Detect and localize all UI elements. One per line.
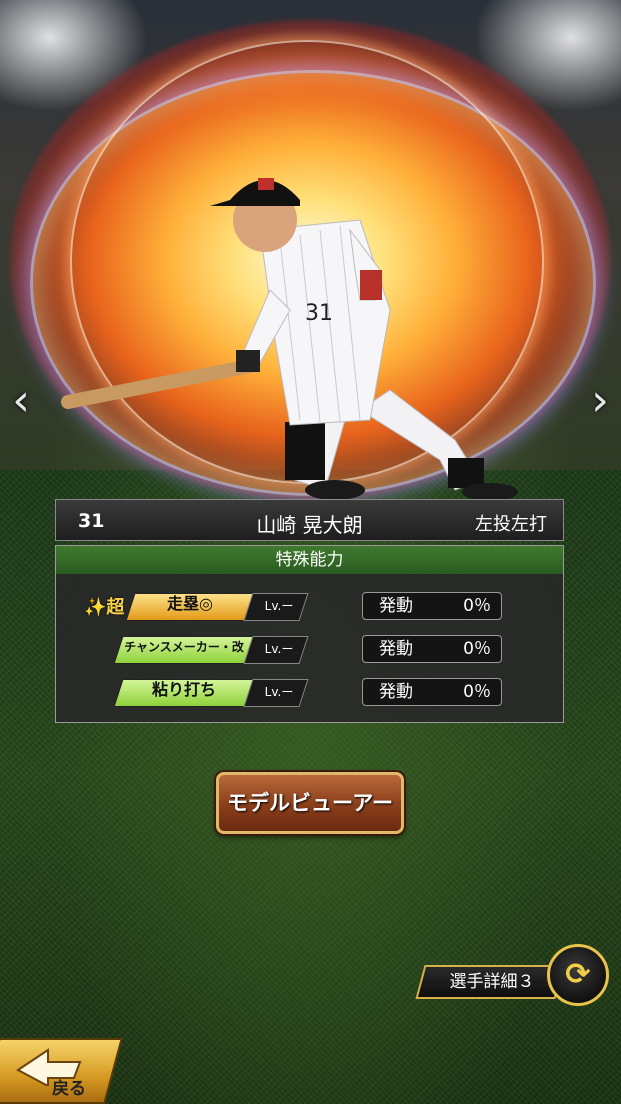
ability-row: 粘り打ち Lv.ー 発動 0％ bbox=[56, 677, 565, 707]
ability-row: チャンスメーカー・改 Lv.ー 発動 0％ bbox=[56, 634, 565, 664]
player-image: 31 bbox=[61, 178, 518, 500]
activation-label: 発動 bbox=[379, 639, 413, 659]
activation-label: 発動 bbox=[379, 682, 413, 702]
activation-value: 0％ bbox=[463, 682, 491, 702]
abilities-header: 特殊能力 bbox=[56, 546, 563, 574]
activation-value: 0％ bbox=[463, 639, 491, 659]
activation-rate-box: 発動 0％ bbox=[362, 635, 502, 663]
activation-label: 発動 bbox=[379, 596, 413, 616]
ability-name: 粘り打ち bbox=[151, 680, 216, 699]
switch-page-icon[interactable]: ⟳ bbox=[547, 944, 609, 1006]
back-button[interactable]: 戻る bbox=[52, 1074, 86, 1099]
special-abilities-panel: 特殊能力 ✨超 走塁◎ Lv.ー 発動 0％ チャンスメーカー・改 Lv.ー 発… bbox=[55, 545, 564, 723]
previous-player-arrow-icon[interactable]: ‹ bbox=[6, 376, 36, 426]
activation-value: 0％ bbox=[463, 596, 491, 616]
activation-rate-box: 発動 0％ bbox=[362, 592, 502, 620]
ability-level: Lv.ー bbox=[264, 642, 294, 656]
svg-text:31: 31 bbox=[305, 301, 333, 326]
ability-row: ✨超 走塁◎ Lv.ー 発動 0％ bbox=[56, 591, 565, 621]
super-badge: ✨超 bbox=[84, 597, 125, 618]
ability-level: Lv.ー bbox=[264, 685, 294, 699]
next-player-arrow-icon[interactable]: › bbox=[585, 376, 615, 426]
model-viewer-button[interactable]: モデルビューアー bbox=[216, 772, 404, 834]
ability-level: Lv.ー bbox=[264, 599, 294, 613]
ability-name: 走塁◎ bbox=[167, 594, 213, 613]
player-detail-button[interactable]: 選手詳細３ bbox=[430, 965, 554, 999]
throw-bat-info: 左投左打 bbox=[475, 514, 547, 535]
ability-name: チャンスメーカー・改 bbox=[124, 640, 244, 654]
activation-rate-box: 発動 0％ bbox=[362, 678, 502, 706]
player-info-bar: 31 山崎 晃大朗 左投左打 bbox=[55, 499, 564, 541]
